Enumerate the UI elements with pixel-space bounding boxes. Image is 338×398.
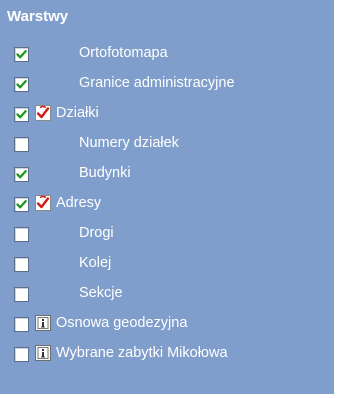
layer-checkbox[interactable] [14, 107, 29, 122]
layer-checkbox[interactable] [14, 167, 29, 182]
layer-checkbox[interactable] [14, 347, 29, 362]
info-icon[interactable] [35, 345, 51, 361]
checkmark-icon [16, 50, 27, 59]
layer-label: Osnowa geodezyjna [56, 315, 188, 331]
checkmark-icon [16, 170, 27, 179]
layer-checkbox[interactable] [14, 257, 29, 272]
query-check-icon[interactable] [35, 105, 51, 121]
layer-row[interactable]: Osnowa geodezyjna [0, 314, 334, 344]
layer-row[interactable]: Wybrane zabytki Mikołowa [0, 344, 334, 374]
layer-checkbox[interactable] [14, 317, 29, 332]
layer-label: Drogi [79, 225, 114, 241]
layer-row[interactable]: Numery działek [0, 134, 334, 164]
layer-checkbox[interactable] [14, 197, 29, 212]
layer-label: Adresy [56, 195, 102, 211]
layer-row[interactable]: Adresy [0, 194, 334, 224]
layers-panel: Warstwy Ortofotomapa Granice administracy… [0, 0, 338, 398]
layer-row[interactable]: Działki [0, 104, 334, 134]
layer-row[interactable]: Drogi [0, 224, 334, 254]
layer-label: Numery działek [79, 135, 179, 151]
layer-row[interactable]: Sekcje [0, 284, 334, 314]
layer-checkbox[interactable] [14, 227, 29, 242]
layer-label: Sekcje [79, 285, 123, 301]
layer-label: Granice administracyjne [79, 75, 235, 91]
layer-checkbox[interactable] [14, 137, 29, 152]
layer-row[interactable]: Ortofotomapa [0, 44, 334, 74]
layer-list: Ortofotomapa Granice administracyjne Dział… [0, 44, 334, 374]
checkmark-icon [16, 110, 27, 119]
layer-checkbox[interactable] [14, 77, 29, 92]
layer-label: Wybrane zabytki Mikołowa [56, 345, 228, 361]
layer-label: Ortofotomapa [79, 45, 168, 61]
query-check-icon[interactable] [35, 195, 51, 211]
layer-label: Budynki [79, 165, 131, 181]
layer-label: Działki [56, 105, 99, 121]
layer-checkbox[interactable] [14, 287, 29, 302]
layer-label: Kolej [79, 255, 112, 271]
info-icon[interactable] [35, 315, 51, 331]
layer-checkbox[interactable] [14, 47, 29, 62]
panel-title: Warstwy [7, 8, 69, 25]
layer-row[interactable]: Granice administracyjne [0, 74, 334, 104]
checkmark-icon [16, 200, 27, 209]
layer-row[interactable]: Budynki [0, 164, 334, 194]
layer-row[interactable]: Kolej [0, 254, 334, 284]
checkmark-icon [16, 80, 27, 89]
